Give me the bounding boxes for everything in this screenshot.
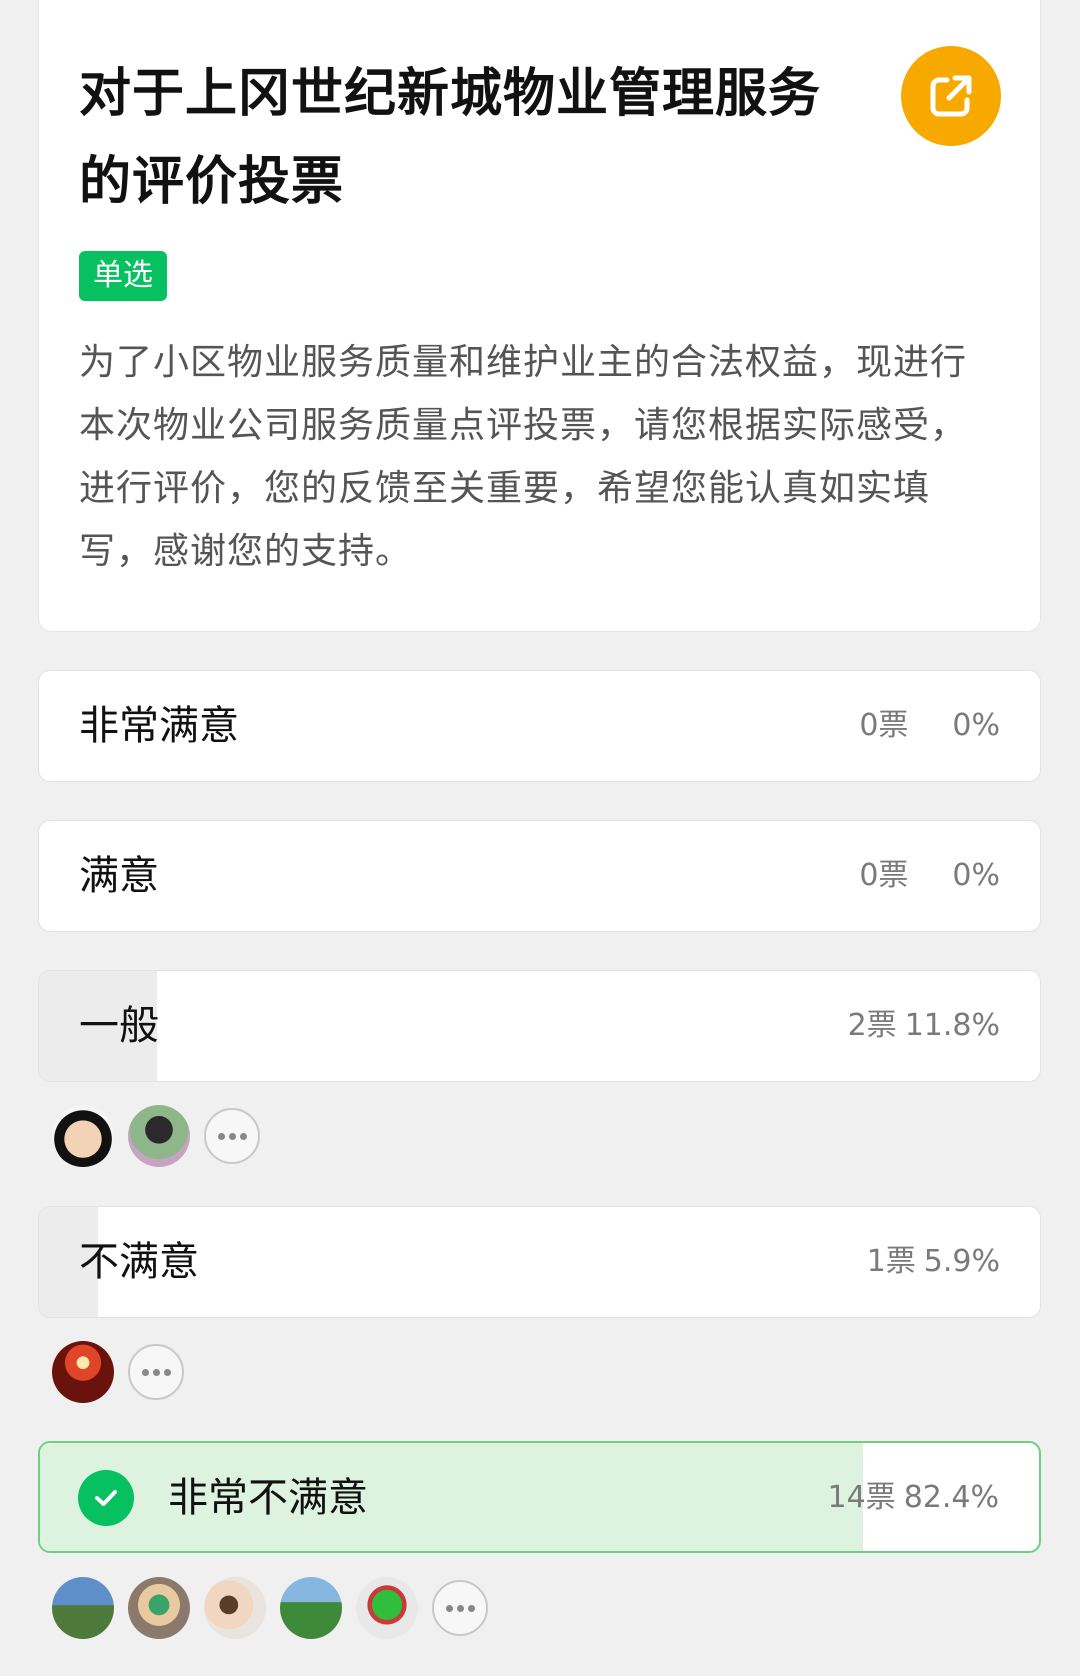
voter-list (52, 1104, 260, 1168)
option-label: 一般 (79, 1003, 159, 1049)
vote-count: 1票 (866, 1244, 916, 1279)
voter-avatar[interactable] (128, 1577, 190, 1639)
vote-percent: 82.4% (903, 1480, 999, 1515)
voter-avatar[interactable] (128, 1105, 190, 1167)
more-voters-button[interactable] (128, 1344, 184, 1400)
option-average[interactable]: 一般 2票 11.8% (38, 970, 1041, 1082)
option-very-dissatisfied[interactable]: 非常不满意 14票 82.4% (38, 1441, 1041, 1553)
more-voters-button[interactable] (204, 1108, 260, 1164)
option-stats: 2票 11.8% (848, 971, 1000, 1081)
option-stats: 0票 0% (859, 821, 1000, 931)
vote-count: 0票 (859, 858, 909, 893)
option-stats: 1票 5.9% (867, 1207, 1000, 1317)
vote-percent: 5.9% (923, 1244, 1000, 1279)
option-dissatisfied[interactable]: 不满意 1票 5.9% (38, 1206, 1041, 1318)
option-very-satisfied[interactable]: 非常满意 0票 0% (38, 670, 1041, 782)
vote-count: 14票 (827, 1480, 896, 1515)
voter-avatar[interactable] (356, 1577, 418, 1639)
more-voters-button[interactable] (432, 1580, 488, 1636)
voter-list (52, 1576, 488, 1640)
voter-avatar[interactable] (52, 1577, 114, 1639)
voter-list (52, 1340, 184, 1404)
result-bar (40, 1443, 864, 1551)
voter-avatar[interactable] (52, 1105, 114, 1167)
option-label: 非常满意 (79, 703, 239, 749)
voter-avatar[interactable] (204, 1577, 266, 1639)
option-label: 满意 (79, 853, 159, 899)
vote-percent: 11.8% (904, 1008, 1000, 1043)
option-satisfied[interactable]: 满意 0票 0% (38, 820, 1041, 932)
poll-description: 为了小区物业服务质量和维护业主的合法权益，现进行本次物业公司服务质量点评投票，请… (79, 342, 968, 572)
option-label: 非常不满意 (168, 1475, 368, 1521)
vote-percent: 0% (952, 858, 1000, 893)
option-stats: 0票 0% (859, 671, 1000, 781)
poll-title: 对于上冈世纪新城物业管理服务的评价投票 (79, 64, 822, 212)
share-button[interactable] (901, 46, 1001, 146)
voter-avatar[interactable] (52, 1341, 114, 1403)
option-stats: 14票 82.4% (827, 1443, 1000, 1551)
voter-avatar[interactable] (280, 1577, 342, 1639)
vote-percent: 0% (952, 708, 1000, 743)
option-label: 不满意 (79, 1239, 199, 1285)
checkmark-icon (78, 1470, 134, 1526)
share-icon (930, 75, 972, 117)
vote-count: 0票 (859, 708, 909, 743)
poll-card: 对于上冈世纪新城物业管理服务的评价投票 单选 为了小区物业服务质量和维护业主的合… (38, 0, 1041, 632)
single-choice-badge: 单选 (79, 251, 167, 301)
vote-count: 2票 (847, 1008, 897, 1043)
